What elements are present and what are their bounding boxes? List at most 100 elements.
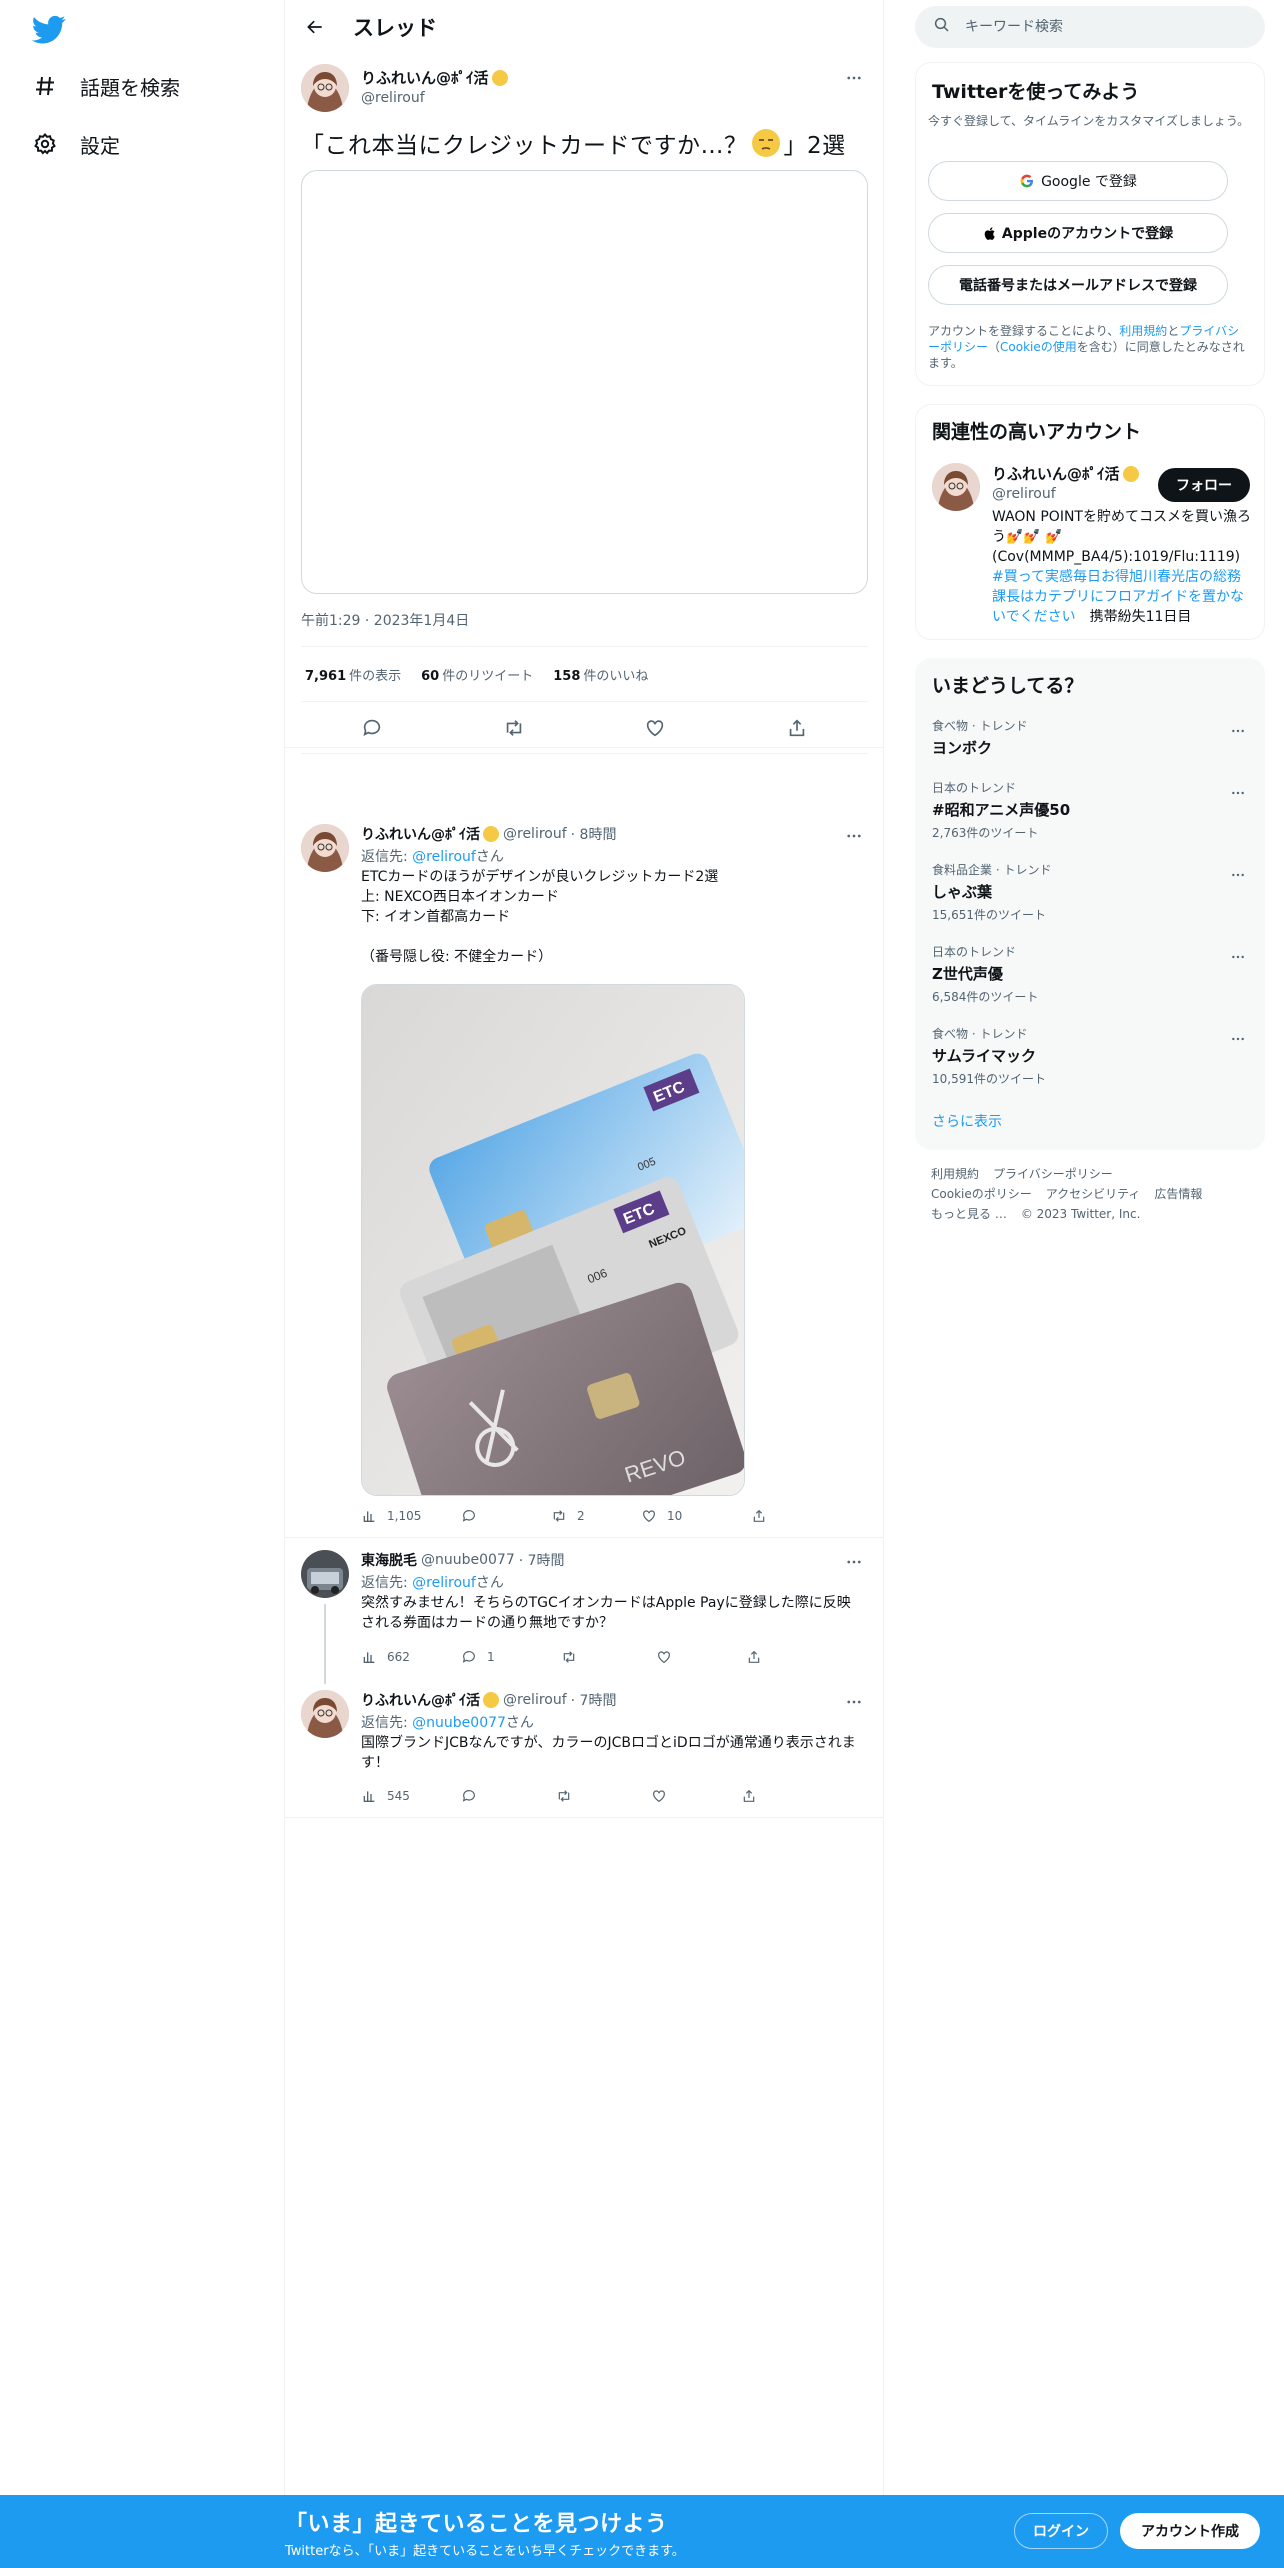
reply-to-link[interactable]: @relirouf [412, 1575, 476, 1591]
author-name[interactable]: りふれいん@ﾎﾟｲ活 [361, 824, 499, 844]
reply-text: 突然すみません！そちらのTGCイオンカードはApple Payに登録した際に反映… [361, 1595, 851, 1631]
more-options-icon[interactable] [1224, 943, 1252, 971]
media-card-placeholder[interactable] [301, 170, 868, 594]
avatar[interactable] [301, 824, 349, 872]
stat-retweets[interactable]: 60 件のリツイート [421, 665, 533, 684]
footer-link[interactable]: 広告情報 [1154, 1187, 1202, 1201]
apple-signup-button[interactable]: Appleのアカウントで登録 [928, 213, 1228, 253]
more-options-icon[interactable] [1224, 861, 1252, 889]
reply-button[interactable] [461, 1788, 556, 1804]
trends-title: いまどうしてる？ [932, 675, 1084, 697]
bottom-bar-title: 「いま」起きていることを見つけよう [285, 2512, 668, 2537]
author-handle[interactable]: @relirouf [503, 1692, 567, 1708]
tweet-text-part: 」2選 [783, 133, 846, 159]
reply-icon[interactable] [355, 711, 389, 745]
like-button[interactable] [651, 1788, 741, 1804]
avatar[interactable] [301, 1690, 349, 1738]
author-name-text: りふれいん@ﾎﾟｲ活 [361, 1693, 480, 1709]
reply-time[interactable]: · 7時間 [571, 1690, 617, 1710]
more-options-icon[interactable] [840, 822, 868, 850]
search-box[interactable] [915, 6, 1265, 48]
trend-item[interactable]: 食べ物 · トレンド サムライマック 10,591件のツイート [932, 1025, 1252, 1087]
footer-link[interactable]: もっと見る … [931, 1207, 1007, 1221]
author-name[interactable]: りふれいん@ﾎﾟｲ活 [361, 1690, 499, 1710]
twitter-logo-icon[interactable] [31, 12, 66, 46]
more-options-icon[interactable] [1224, 1025, 1252, 1053]
share-button[interactable] [751, 1508, 767, 1524]
avatar[interactable] [301, 1550, 349, 1598]
share-button[interactable] [746, 1649, 762, 1665]
footer-link[interactable]: Cookieのポリシー [931, 1187, 1032, 1201]
stat-likes[interactable]: 158 件のいいね [553, 665, 648, 684]
reply-tweet[interactable]: りふれいん@ﾎﾟｲ活 @relirouf · 7時間 返信先: @nuube00… [301, 1690, 868, 1810]
footer-link[interactable]: アクセシビリティ [1046, 1187, 1141, 1201]
related-name[interactable]: りふれいん@ﾎﾟｲ活 [992, 463, 1139, 484]
show-more-link[interactable]: さらに表示 [932, 1111, 1002, 1131]
tweet-photo[interactable]: ETC 005 ETC NEXCO 006 REVO [361, 984, 745, 1496]
nav-item-explore[interactable]: 話題を検索 [32, 66, 180, 106]
reply-tweet[interactable]: 東海脱毛 @nuube0077 · 7時間 返信先: @reliroufさん 突… [301, 1550, 868, 1670]
views-button[interactable]: 662 [361, 1649, 461, 1665]
retweet-button[interactable] [556, 1788, 651, 1804]
reply-time[interactable]: · 8時間 [571, 824, 617, 844]
tweet-timestamp[interactable]: 午前1:29 · 2023年1月4日 [301, 610, 469, 630]
trend-item[interactable]: 食べ物 · トレンド ヨンボク [932, 717, 1252, 758]
reply-time[interactable]: · 7時間 [519, 1550, 565, 1570]
trend-item[interactable]: 食料品企業 · トレンド しゃぶ葉 15,651件のツイート [932, 861, 1252, 923]
follow-button[interactable]: フォロー [1158, 468, 1250, 502]
money-face-emoji-icon [1122, 465, 1139, 482]
trend-item[interactable]: 日本のトレンド Z世代声優 6,584件のツイート [932, 943, 1252, 1005]
login-button[interactable]: ログイン [1014, 2513, 1108, 2549]
related-name-text: りふれいん@ﾎﾟｲ活 [992, 465, 1120, 483]
more-options-icon[interactable] [840, 64, 868, 92]
like-icon [653, 1790, 665, 1803]
more-options-icon[interactable] [1224, 779, 1252, 807]
retweet-button[interactable] [561, 1649, 656, 1665]
like-icon[interactable] [638, 711, 672, 745]
stat-views[interactable]: 7,961 件の表示 [305, 665, 401, 684]
reply-to-link[interactable]: @nuube0077 [412, 1715, 506, 1731]
author-handle[interactable]: @nuube0077 [421, 1552, 515, 1568]
like-button[interactable]: 10 [641, 1508, 751, 1524]
reply-to-prefix: 返信先: [361, 849, 413, 865]
phone-signup-button[interactable]: 電話番号またはメールアドレスで登録 [928, 265, 1228, 305]
avatar[interactable] [932, 463, 980, 511]
trend-count: 10,591件のツイート [932, 1072, 1046, 1086]
author-handle[interactable]: @relirouf [503, 826, 567, 842]
more-options-icon[interactable] [840, 1688, 868, 1716]
retweet-icon[interactable] [497, 711, 531, 745]
google-signup-button[interactable]: Google で登録 [928, 161, 1228, 201]
unamused-face-emoji-icon [751, 129, 780, 157]
nav-item-settings[interactable]: 設定 [32, 124, 120, 164]
reply-button[interactable] [461, 1508, 551, 1524]
footer-link[interactable]: 利用規約 [931, 1167, 979, 1181]
retweet-icon [563, 1651, 575, 1663]
search-input[interactable] [965, 19, 1245, 35]
like-button[interactable] [656, 1649, 746, 1665]
trend-item[interactable]: 日本のトレンド #昭和アニメ声優50 2,763件のツイート [932, 779, 1252, 841]
retweet-button[interactable]: 2 [551, 1508, 641, 1524]
author-handle[interactable]: @relirouf [361, 90, 425, 106]
reply-button[interactable]: 1 [461, 1649, 561, 1665]
author-name[interactable]: 東海脱毛 [361, 1550, 417, 1570]
reply-to-prefix: 返信先: [361, 1575, 413, 1591]
main-column: スレッド りふれいん@ﾎﾟｲ活 @relirouf 「これ本当にクレジットカード… [285, 0, 884, 2495]
reply-tweet[interactable]: りふれいん@ﾎﾟｲ活 @relirouf · 8時間 返信先: @relirou… [301, 824, 868, 1524]
reply-to-suffix: さん [475, 849, 504, 865]
cookie-link[interactable]: Cookieの使用 [1000, 340, 1077, 354]
back-arrow-icon[interactable] [297, 9, 333, 45]
more-options-icon[interactable] [840, 1548, 868, 1576]
share-icon[interactable] [780, 711, 814, 745]
views-button[interactable]: 545 [361, 1788, 461, 1804]
more-options-icon[interactable] [1224, 717, 1252, 745]
related-handle[interactable]: @relirouf [992, 486, 1056, 502]
create-account-button[interactable]: アカウント作成 [1120, 2513, 1260, 2549]
footer-link[interactable]: プライバシーポリシー [993, 1167, 1113, 1181]
avatar[interactable] [301, 64, 349, 112]
reply-to-link[interactable]: @relirouf [412, 849, 476, 865]
reply-to-suffix: さん [505, 1715, 534, 1731]
terms-link[interactable]: 利用規約 [1119, 324, 1167, 338]
author-name[interactable]: りふれいん@ﾎﾟｲ活 [361, 67, 508, 88]
share-button[interactable] [741, 1788, 757, 1804]
views-button[interactable]: 1,105 [361, 1508, 461, 1524]
